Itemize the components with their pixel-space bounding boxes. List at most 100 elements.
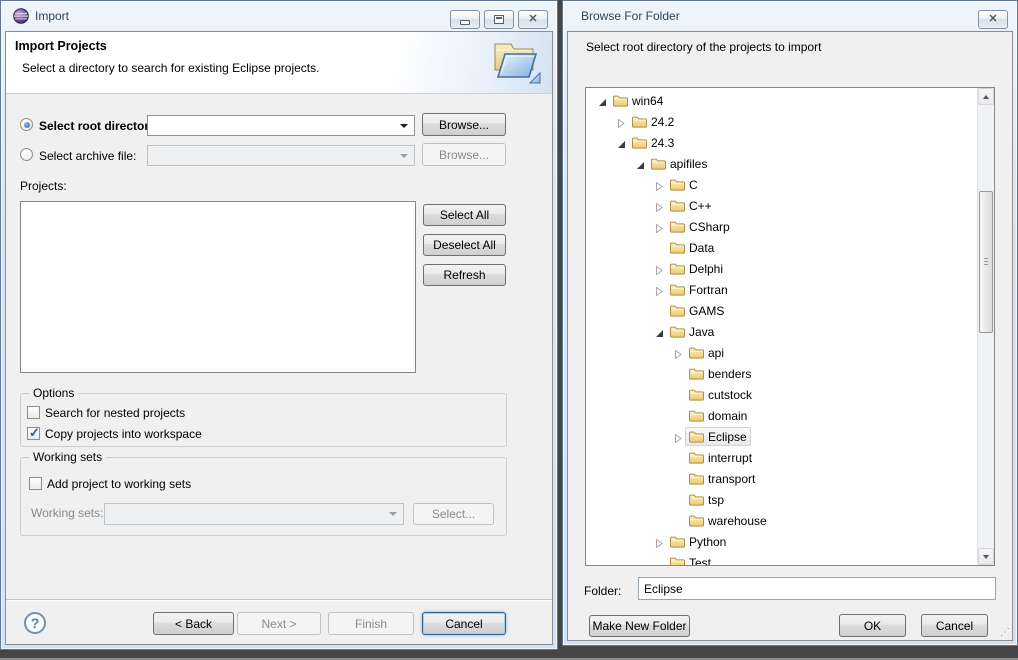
- select-archive-file-radio[interactable]: [20, 148, 33, 161]
- folder-field-label: Folder:: [584, 584, 621, 598]
- refresh-button[interactable]: Refresh: [423, 264, 506, 286]
- close-button[interactable]: ✕: [518, 10, 548, 29]
- scrollbar-thumb[interactable]: [979, 191, 993, 333]
- browse-titlebar[interactable]: Browse For Folder ✕: [563, 1, 1017, 31]
- copy-projects-checkbox[interactable]: [27, 427, 40, 440]
- folder-tree[interactable]: win64 24.2 24.3 apifiles C C++ CSharp Data Delph…: [585, 87, 995, 566]
- tree-item-domain[interactable]: domain: [586, 405, 977, 426]
- tree-node[interactable]: benders: [685, 364, 755, 383]
- tree-node[interactable]: Fortran: [666, 280, 732, 299]
- back-button[interactable]: < Back: [153, 612, 234, 635]
- tree-item-c-[interactable]: C++: [586, 195, 977, 216]
- tree-node[interactable]: Test: [666, 553, 715, 565]
- tree-node[interactable]: 24.2: [628, 112, 678, 131]
- tree-node[interactable]: Java: [666, 322, 718, 341]
- collapse-icon[interactable]: [598, 96, 607, 105]
- add-to-working-sets-checkbox[interactable]: [29, 477, 42, 490]
- tree-item-csharp[interactable]: CSharp: [586, 216, 977, 237]
- tree-node[interactable]: interrupt: [685, 448, 756, 467]
- expand-icon[interactable]: [617, 117, 626, 126]
- tree-item-java[interactable]: Java: [586, 321, 977, 342]
- tree-node[interactable]: Delphi: [666, 259, 727, 278]
- working-sets-combo: [104, 503, 404, 525]
- minimize-button[interactable]: [450, 10, 480, 29]
- folder-icon: [670, 241, 685, 254]
- import-titlebar[interactable]: Import ✕: [1, 1, 557, 31]
- expand-icon[interactable]: [674, 432, 683, 441]
- resize-grip-icon[interactable]: ⋰: [1000, 627, 1009, 638]
- tree-node[interactable]: api: [685, 343, 728, 362]
- scroll-up-button[interactable]: [978, 88, 994, 105]
- tree-item-python[interactable]: Python: [586, 531, 977, 552]
- select-all-button[interactable]: Select All: [423, 204, 506, 226]
- maximize-button[interactable]: [484, 10, 514, 29]
- search-nested-projects-checkbox[interactable]: [27, 406, 40, 419]
- make-new-folder-button[interactable]: Make New Folder: [589, 615, 690, 637]
- root-directory-combo[interactable]: [147, 115, 415, 136]
- tree-item-cutstock[interactable]: cutstock: [586, 384, 977, 405]
- tree-item-win64[interactable]: win64: [586, 90, 977, 111]
- browse-cancel-button[interactable]: Cancel: [921, 614, 988, 637]
- tree-node[interactable]: C: [666, 175, 702, 194]
- tree-item-c[interactable]: C: [586, 174, 977, 195]
- projects-list[interactable]: [20, 201, 416, 373]
- tree-item-gams[interactable]: GAMS: [586, 300, 977, 321]
- tree-item-apifiles[interactable]: apifiles: [586, 153, 977, 174]
- tree-item-data[interactable]: Data: [586, 237, 977, 258]
- tree-item-tsp[interactable]: tsp: [586, 489, 977, 510]
- tree-item-delphi[interactable]: Delphi: [586, 258, 977, 279]
- tree-node[interactable]: transport: [685, 469, 759, 488]
- options-legend: Options: [29, 386, 78, 400]
- help-button[interactable]: ?: [24, 612, 46, 634]
- tree-item-api[interactable]: api: [586, 342, 977, 363]
- expand-icon[interactable]: [655, 264, 664, 273]
- tree-node[interactable]: warehouse: [685, 511, 771, 530]
- tree-node[interactable]: GAMS: [666, 301, 728, 320]
- tree-item-test[interactable]: Test: [586, 552, 977, 565]
- tree-node[interactable]: Python: [666, 532, 730, 551]
- tree-item-fortran[interactable]: Fortran: [586, 279, 977, 300]
- deselect-all-button[interactable]: Deselect All: [423, 234, 506, 256]
- tree-node[interactable]: cutstock: [685, 385, 756, 404]
- tree-item-interrupt[interactable]: interrupt: [586, 447, 977, 468]
- working-sets-legend: Working sets: [29, 450, 106, 464]
- next-button: Next >: [237, 612, 321, 635]
- folder-name-input[interactable]: Eclipse: [638, 577, 996, 600]
- expand-icon[interactable]: [674, 348, 683, 357]
- expand-icon[interactable]: [655, 201, 664, 210]
- tree-node[interactable]: Data: [666, 238, 718, 257]
- cancel-button[interactable]: Cancel: [422, 612, 506, 635]
- tree-node[interactable]: tsp: [685, 490, 728, 509]
- tree-node[interactable]: domain: [685, 406, 751, 425]
- tree-item-24-2[interactable]: 24.2: [586, 111, 977, 132]
- tree-node[interactable]: C++: [666, 196, 716, 215]
- collapse-icon[interactable]: [655, 327, 664, 336]
- tree-item-transport[interactable]: transport: [586, 468, 977, 489]
- tree-node[interactable]: apifiles: [647, 154, 711, 173]
- dropdown-arrow-icon: [400, 124, 408, 128]
- tree-node[interactable]: Eclipse: [685, 427, 751, 446]
- ok-button[interactable]: OK: [839, 614, 906, 637]
- browse-root-button[interactable]: Browse...: [422, 113, 506, 136]
- select-root-directory-radio[interactable]: [20, 118, 33, 131]
- folder-icon: [670, 325, 685, 338]
- tree-item-24-3[interactable]: 24.3: [586, 132, 977, 153]
- expand-icon[interactable]: [655, 222, 664, 231]
- tree-node[interactable]: 24.3: [628, 133, 678, 152]
- collapse-icon[interactable]: [636, 159, 645, 168]
- tree-node[interactable]: win64: [609, 91, 667, 110]
- triangle-down-icon: [983, 555, 989, 559]
- expand-icon[interactable]: [655, 285, 664, 294]
- folder-icon: [689, 493, 704, 506]
- tree-item-warehouse[interactable]: warehouse: [586, 510, 977, 531]
- tree-node[interactable]: CSharp: [666, 217, 734, 236]
- expand-icon[interactable]: [655, 180, 664, 189]
- wizard-banner-description: Select a directory to search for existin…: [22, 61, 319, 75]
- collapse-icon[interactable]: [617, 138, 626, 147]
- tree-scrollbar[interactable]: [977, 88, 994, 565]
- tree-item-benders[interactable]: benders: [586, 363, 977, 384]
- scroll-down-button[interactable]: [978, 548, 994, 565]
- browse-close-button[interactable]: ✕: [978, 10, 1008, 29]
- expand-icon[interactable]: [655, 537, 664, 546]
- tree-item-eclipse[interactable]: Eclipse: [586, 426, 977, 447]
